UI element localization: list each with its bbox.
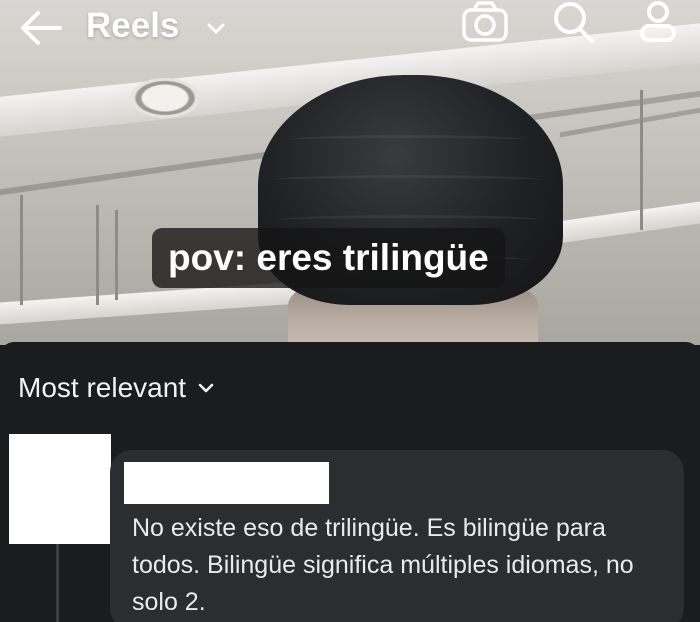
search-icon (554, 2, 594, 43)
turban-fold (273, 175, 543, 185)
comment-bubble[interactable]: No existe eso de trilingüe. Es bilingüe … (110, 450, 684, 622)
back-button[interactable] (18, 8, 64, 48)
comment-text: No existe eso de trilingüe. Es bilingüe … (132, 514, 634, 616)
page-title[interactable]: Reels (86, 6, 179, 46)
back-arrow-icon (21, 11, 62, 45)
person-in-video (258, 75, 563, 345)
ceiling-light (130, 78, 200, 118)
camera-icon (462, 1, 508, 42)
chevron-down-icon (207, 23, 225, 34)
thread-line (56, 544, 59, 622)
search-button[interactable] (548, 0, 600, 48)
sort-dropdown[interactable]: Most relevant (18, 372, 216, 404)
camera-button[interactable] (460, 0, 512, 48)
sort-label: Most relevant (18, 372, 187, 403)
ceiling-pipe (20, 195, 23, 305)
profile-icon (640, 1, 676, 42)
chevron-down-icon (198, 383, 214, 393)
profile-button[interactable] (636, 0, 688, 48)
turban-fold (288, 135, 528, 145)
commenter-avatar[interactable] (9, 434, 111, 544)
reels-menu-toggle[interactable] (204, 16, 228, 40)
ceiling-pipe (96, 205, 99, 305)
comments-sheet: Most relevant No existe eso de trilingüe… (0, 342, 700, 622)
turban-fold (278, 215, 543, 225)
ceiling-beam (540, 200, 700, 246)
ceiling-pipe (115, 210, 118, 300)
commenter-name-redacted[interactable] (124, 462, 329, 504)
ceiling-pipe (640, 90, 643, 230)
top-bar: Reels (0, 0, 700, 56)
video-caption: pov: eres trilingüe (152, 228, 505, 288)
